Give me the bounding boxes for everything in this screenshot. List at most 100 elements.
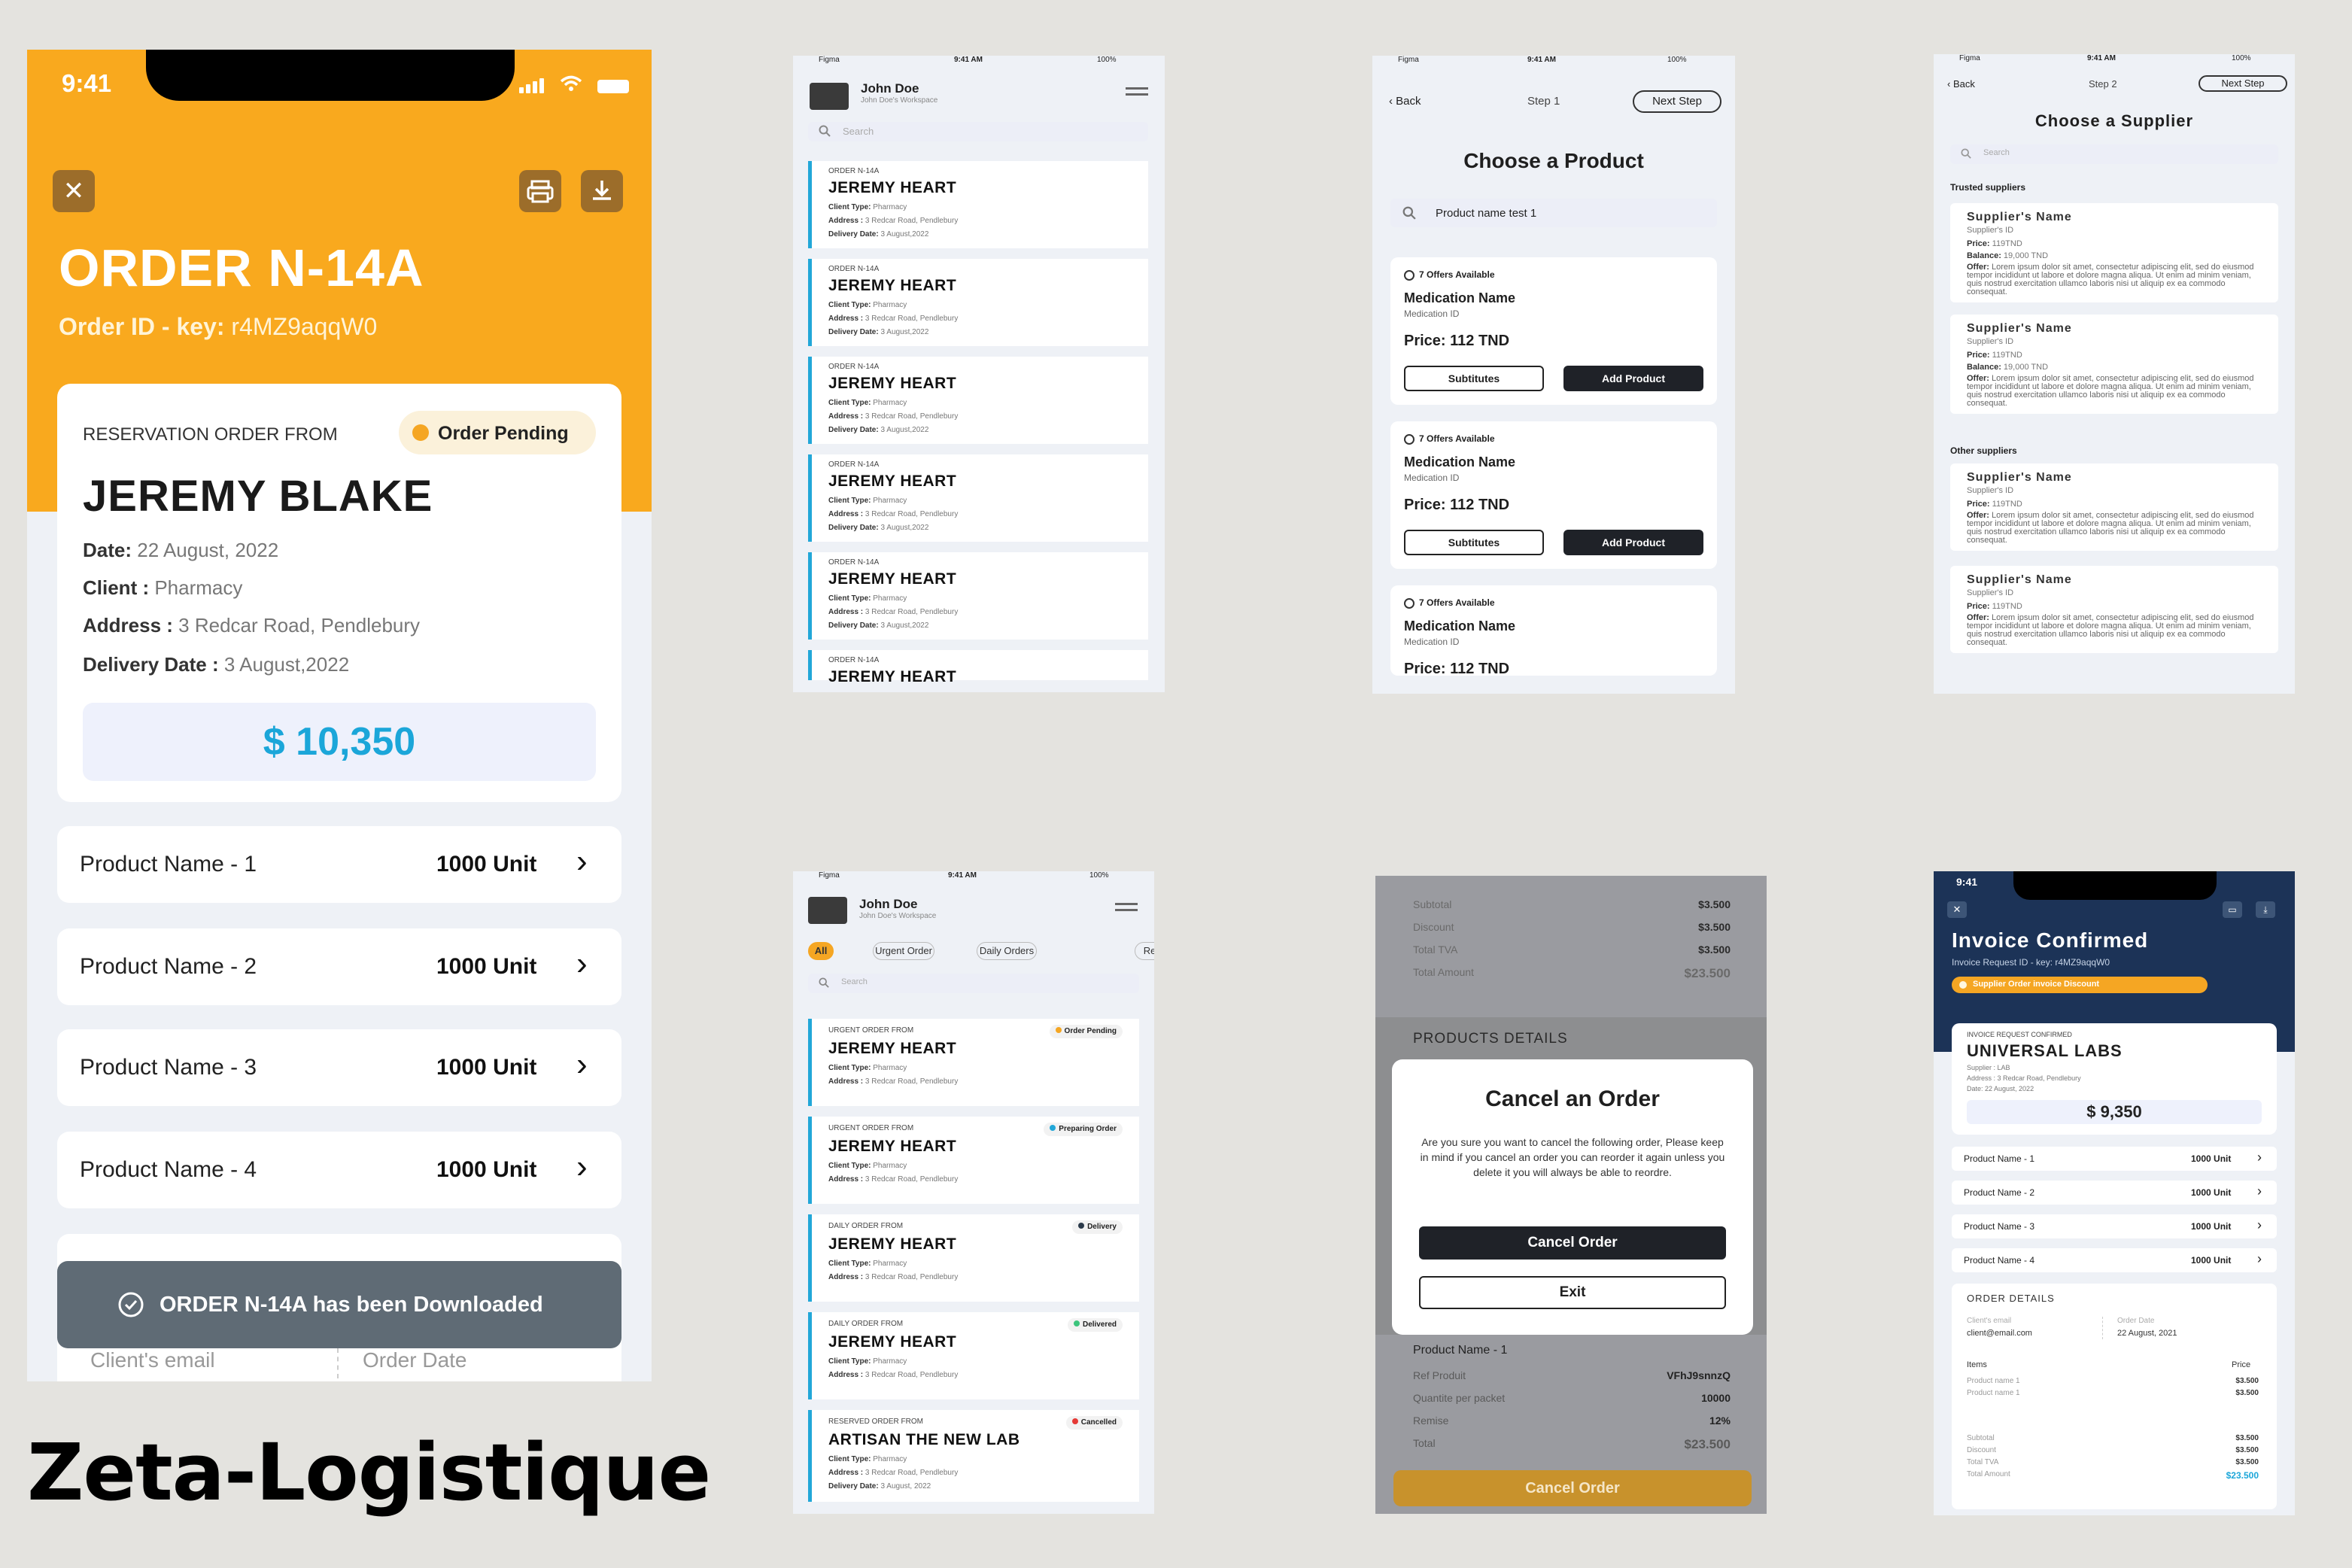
add-product-button[interactable]: Add Product [1563, 366, 1703, 391]
address-label: Address : [828, 1273, 864, 1281]
product-name: Product Name - 1 [80, 852, 257, 877]
order-list-item[interactable]: RESERVED ORDER FROM Cancelled ARTISAN THE … [808, 1410, 1139, 1502]
client-type-value: Pharmacy [873, 1064, 907, 1072]
invoice-badge: Supplier Order invoice Discount [1952, 977, 2208, 993]
order-date-label: Order Date [2117, 1317, 2155, 1325]
order-list-item[interactable]: ORDER N-14A JEREMY HEART Client Type: Phar… [808, 259, 1148, 346]
download-icon[interactable] [581, 170, 623, 212]
orders-list-screen: Figma 9:41 AM 100% John Doe John Doe's W… [793, 56, 1165, 692]
pending-dot-icon [412, 424, 429, 441]
download-icon[interactable]: ⤓ [2256, 901, 2275, 918]
order-list-item[interactable]: DAILY ORDER FROM Delivered JEREMY HEART Cli… [808, 1312, 1139, 1399]
search-input[interactable]: Search [808, 122, 1148, 141]
substitutes-button[interactable]: Subtitutes [1404, 366, 1544, 391]
address-value: 3 Redcar Road, Pendlebury [865, 412, 959, 421]
client-type-value: Pharmacy [873, 203, 907, 211]
order-type: URGENT ORDER FROM [828, 1026, 914, 1035]
supplier-card[interactable]: Supplier's Name Supplier's ID Price: 119TN… [1950, 566, 2278, 653]
order-list-item[interactable]: DAILY ORDER FROM Delivery JEREMY HEART Clie… [808, 1214, 1139, 1302]
confirm-cancel-button[interactable]: Cancel Order [1419, 1226, 1726, 1260]
order-list-item[interactable]: ORDER N-14A JEREMY HEART Client Type: Phar… [808, 454, 1148, 542]
supplier-price: Price: 119TND [1967, 351, 2022, 360]
offers-label: 7 Offers Available [1419, 269, 1495, 280]
back-button[interactable]: ‹ Back [1947, 78, 1975, 90]
product-row[interactable]: Product Name - 4 1000 Unit › [57, 1132, 621, 1208]
divider [2102, 1317, 2103, 1339]
client-type-value: Pharmacy [873, 594, 907, 603]
client-type-label: Client Type: [828, 399, 871, 407]
customer-name: JEREMY HEART [828, 1235, 957, 1253]
delivery-date: Delivery Date: 3 August,2022 [828, 230, 928, 239]
avatar[interactable] [810, 83, 849, 110]
products-details-header: PRODUCTS DETAILS [1413, 1031, 1568, 1047]
medication-name: Medication Name [1404, 290, 1516, 305]
supplier-name: UNIVERSAL LABS [1967, 1041, 2123, 1060]
order-list-item[interactable]: ORDER N-14A JEREMY HEART Client Type: Phar… [808, 552, 1148, 640]
back-label: Back [1952, 78, 1975, 90]
product-row[interactable]: Product Name - 2 1000 Unit › [57, 928, 621, 1005]
address-value: 3 Redcar Road, Pendlebury [178, 614, 421, 637]
product-row[interactable]: Product Name - 3 1000 Unit › [1952, 1214, 2277, 1238]
product-row[interactable]: Product Name - 4 1000 Unit › [1952, 1248, 2277, 1272]
product-row[interactable]: Product Name - 1 1000 Unit › [57, 826, 621, 903]
client-type-value: Pharmacy [873, 1455, 907, 1463]
hamburger-menu-icon[interactable] [1126, 87, 1148, 99]
next-step-button[interactable]: Next Step [1633, 90, 1721, 113]
status-badge: Delivered [1067, 1318, 1123, 1332]
filter-chip-reserved[interactable]: Re [1135, 942, 1154, 960]
balance-value: 19,000 TND [2003, 251, 2049, 260]
status-label: Order Pending [1064, 1027, 1117, 1035]
order-list-item[interactable]: ORDER N-14A JEREMY HEART Client Type: Phar… [808, 161, 1148, 248]
order-list-item[interactable]: URGENT ORDER FROM Preparing Order JEREMY H… [808, 1117, 1139, 1204]
avatar[interactable] [808, 897, 847, 924]
exit-button[interactable]: Exit [1419, 1276, 1726, 1309]
product-name: Product Name - 3 [80, 1055, 257, 1080]
product-qty: 1000 Unit [436, 1157, 537, 1182]
supplier-card[interactable]: Supplier's Name Supplier's ID Price: 119TN… [1950, 203, 2278, 302]
substitutes-button[interactable]: Subtitutes [1404, 530, 1544, 555]
next-step-button[interactable]: Next Step [2199, 75, 2287, 92]
back-button[interactable]: ‹ Back [1389, 95, 1421, 108]
status-time: 9:41 AM [954, 56, 983, 64]
search-input[interactable]: Search [808, 974, 1139, 993]
close-icon[interactable]: ✕ [1947, 901, 1967, 918]
chevron-right-icon: › [2257, 1184, 2262, 1199]
order-type: RESERVED ORDER FROM [828, 1418, 923, 1426]
client-type-label: Client Type: [828, 1162, 871, 1170]
filter-chip-all[interactable]: All [808, 942, 834, 960]
client-type-label: Client Type: [828, 497, 871, 505]
close-icon[interactable]: ✕ [53, 170, 95, 212]
client-type-label: Client Type: [828, 301, 871, 309]
address-label: Address : [828, 412, 864, 421]
search-icon [819, 977, 829, 990]
medication-id: Medication ID [1404, 473, 1460, 483]
filter-chip-daily[interactable]: Daily Orders [977, 942, 1037, 960]
print-icon[interactable] [519, 170, 561, 212]
delivery-label: Delivery Date : [83, 653, 219, 676]
status-badge: Delivery [1072, 1220, 1123, 1234]
search-input[interactable]: Search [1950, 144, 2278, 164]
supplier-card[interactable]: Supplier's Name Supplier's ID Price: 119TN… [1950, 315, 2278, 414]
order-list-item[interactable]: ORDER N-14A JEREMY HEART [808, 650, 1148, 685]
detail-value: $23.500 [1684, 1437, 1731, 1451]
hamburger-menu-icon[interactable] [1115, 903, 1138, 915]
add-product-button[interactable]: Add Product [1563, 530, 1703, 555]
order-details-card: ORDER DETAILS Client's email client@emai… [1952, 1284, 2277, 1509]
detail-label: Total [1413, 1437, 1436, 1449]
supplier-card[interactable]: Supplier's Name Supplier's ID Price: 119TN… [1950, 463, 2278, 551]
address-value: 3 Redcar Road, Pendlebury [865, 510, 959, 518]
product-search-input[interactable]: Product name test 1 [1390, 199, 1717, 227]
order-list-item[interactable]: URGENT ORDER FROM Order Pending JEREMY HEA… [808, 1019, 1139, 1106]
cancel-order-bottom-button[interactable]: Cancel Order [1393, 1470, 1752, 1506]
filter-chip-urgent[interactable]: Urgent Order [873, 942, 934, 960]
product-row[interactable]: Product Name - 1 1000 Unit › [1952, 1147, 2277, 1171]
supplier-id: Supplier's ID [1967, 337, 2014, 346]
order-list-item[interactable]: ORDER N-14A JEREMY HEART Client Type: Phar… [808, 357, 1148, 444]
delivery-label: Delivery Date: [828, 524, 879, 532]
product-row[interactable]: Product Name - 3 1000 Unit › [57, 1029, 621, 1106]
offers-icon [1404, 433, 1415, 445]
product-row[interactable]: Product Name - 2 1000 Unit › [1952, 1181, 2277, 1205]
status-time: 9:41 [62, 69, 112, 97]
print-icon[interactable]: ▭ [2223, 901, 2242, 918]
client-type-value: Pharmacy [873, 1260, 907, 1268]
